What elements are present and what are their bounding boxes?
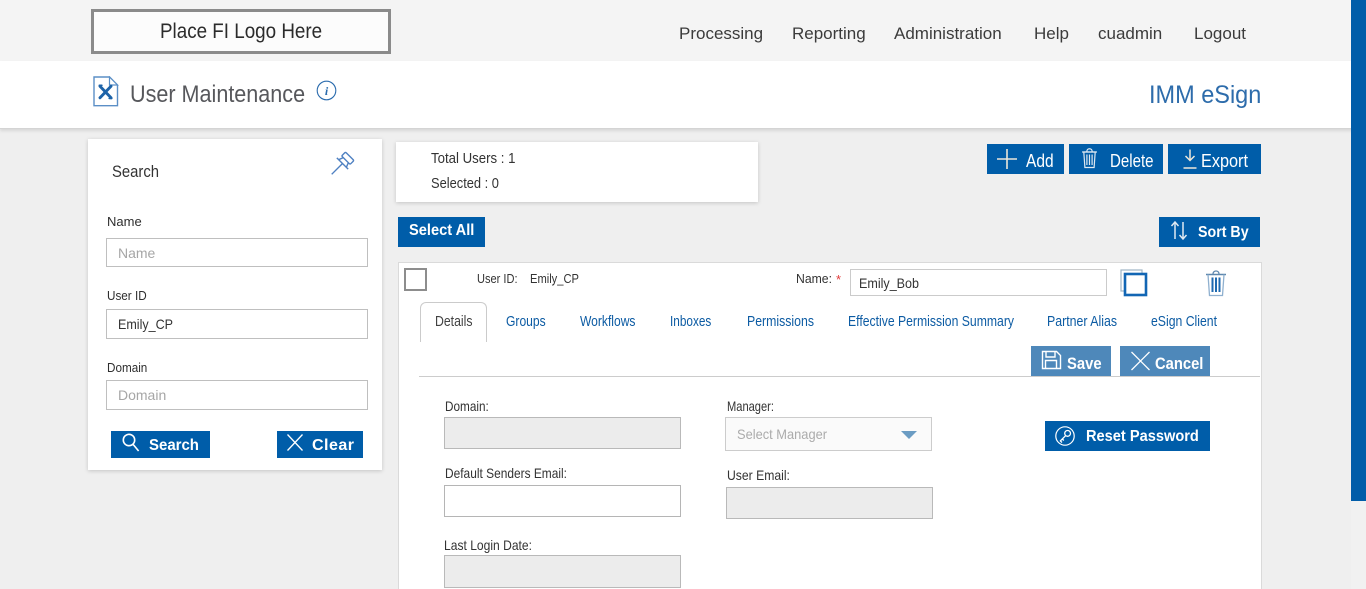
svg-text:i: i: [325, 84, 329, 98]
